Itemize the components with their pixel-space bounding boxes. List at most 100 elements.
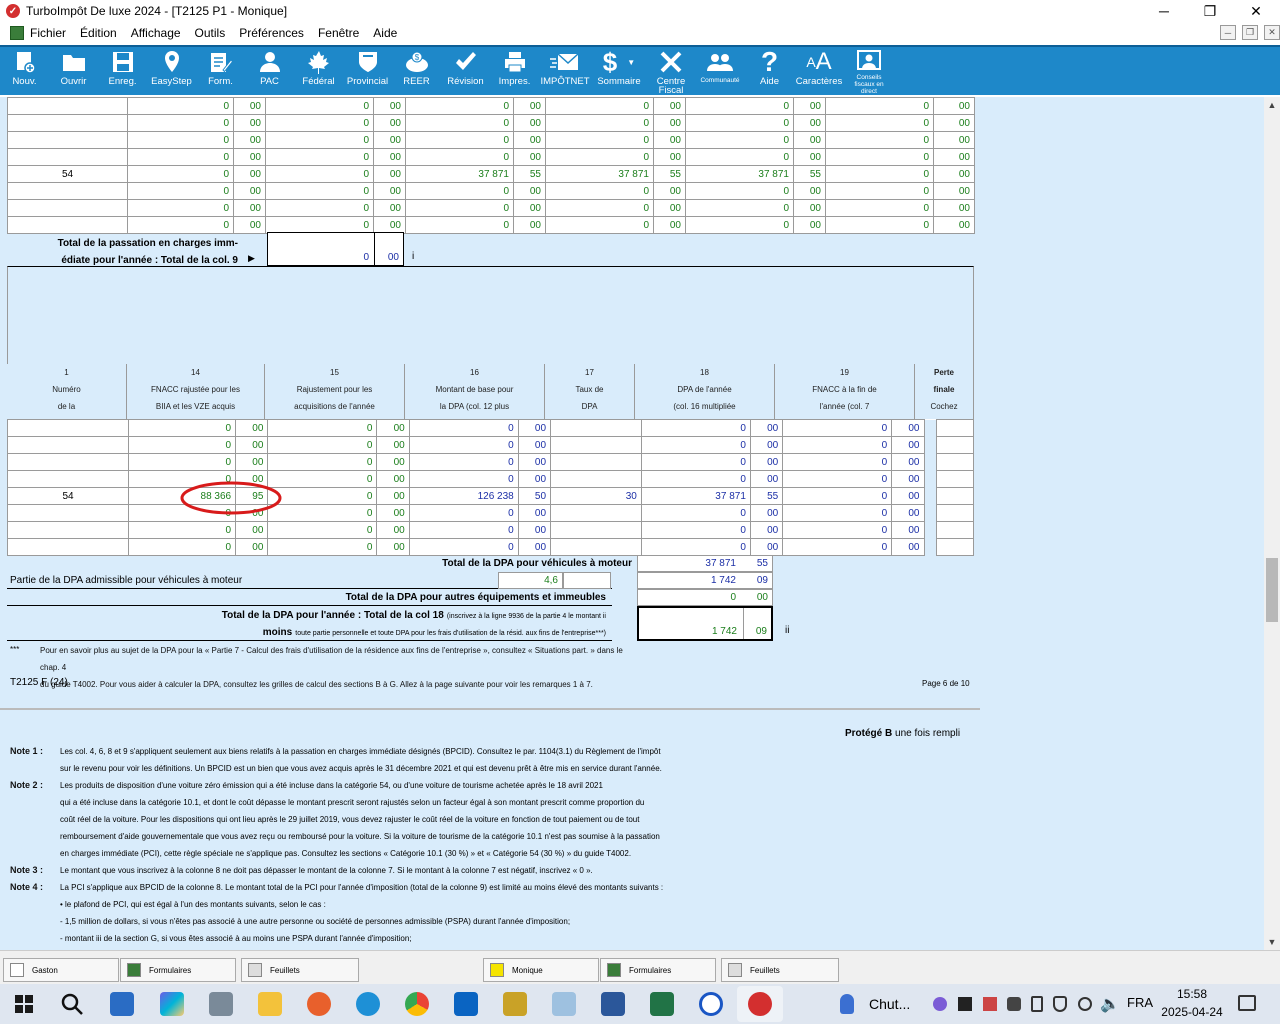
col18-cents-cell[interactable]: 00	[749, 419, 784, 437]
amount-cents-cell[interactable]: 00	[933, 165, 975, 183]
col19-cents-cell[interactable]: 00	[891, 453, 925, 471]
scroll-up-icon[interactable]: ▲	[1264, 97, 1280, 113]
final-loss-checkbox[interactable]	[935, 538, 975, 556]
amount-cents-cell[interactable]: 00	[233, 199, 266, 217]
menu-aide[interactable]: Aide	[373, 26, 397, 40]
toolbar-easystep-button[interactable]: EasyStep	[147, 47, 196, 95]
col16-dollars-cell[interactable]: 0	[408, 470, 519, 488]
security-shield-icon[interactable]	[1053, 996, 1067, 1012]
minimize-button[interactable]: ─	[1141, 0, 1187, 22]
amount-dollars-cell[interactable]: 0	[825, 148, 934, 166]
col18-cents-cell[interactable]: 00	[749, 470, 784, 488]
amount-cents-cell[interactable]: 00	[233, 97, 266, 115]
pce-total-box[interactable]: 0 00	[267, 232, 404, 266]
col14-cents-cell[interactable]: 00	[235, 436, 269, 454]
col15-dollars-cell[interactable]: 0	[267, 487, 378, 505]
mdi-close-icon[interactable]: ✕	[1264, 25, 1280, 40]
amount-cents-cell[interactable]: 00	[653, 182, 686, 200]
col15-cents-cell[interactable]: 00	[376, 419, 410, 437]
mdi-restore-icon[interactable]: ❐	[1242, 25, 1258, 40]
amount-cents-cell[interactable]: 00	[513, 97, 546, 115]
col19-dollars-cell[interactable]: 0	[782, 419, 893, 437]
menu-preferences[interactable]: Préférences	[239, 26, 304, 40]
col18-cents-cell[interactable]: 00	[749, 504, 784, 522]
category-cell[interactable]: 54	[7, 165, 128, 183]
final-loss-checkbox[interactable]	[935, 453, 975, 471]
col19-cents-cell[interactable]: 00	[891, 487, 925, 505]
menu-fichier[interactable]: Fichier	[30, 26, 66, 40]
col16-cents-cell[interactable]: 00	[517, 436, 552, 454]
col17-rate-cell[interactable]	[550, 436, 642, 454]
toolbar-save-button[interactable]: Enreg.	[98, 47, 147, 95]
amount-cents-cell[interactable]: 00	[933, 148, 975, 166]
document-tab-formulaires[interactable]: Formulaires	[120, 958, 236, 982]
final-loss-checkbox[interactable]	[935, 419, 975, 437]
amount-dollars-cell[interactable]: 0	[685, 199, 794, 217]
col15-dollars-cell[interactable]: 0	[267, 470, 378, 488]
amount-cents-cell[interactable]: 00	[653, 216, 686, 234]
tray-app1-icon[interactable]	[933, 997, 947, 1011]
col16-cents-cell[interactable]: 00	[517, 419, 552, 437]
amount-cents-cell[interactable]: 00	[513, 114, 546, 132]
amount-cents-cell[interactable]: 00	[373, 97, 406, 115]
mdi-minimize-icon[interactable]: ─	[1220, 25, 1236, 40]
amount-cents-cell[interactable]: 00	[933, 216, 975, 234]
amount-cents-cell[interactable]: 00	[653, 131, 686, 149]
col19-cents-cell[interactable]: 00	[891, 470, 925, 488]
col16-cents-cell[interactable]: 00	[517, 470, 552, 488]
amount-dollars-cell[interactable]: 0	[405, 216, 514, 234]
menu-affichage[interactable]: Affichage	[131, 26, 181, 40]
amount-cents-cell[interactable]: 00	[373, 182, 406, 200]
usb-icon[interactable]	[1031, 996, 1043, 1012]
col14-cents-cell[interactable]: 00	[235, 419, 269, 437]
partie-total-box[interactable]: 1 742 09	[637, 572, 773, 589]
amount-cents-cell[interactable]: 00	[793, 97, 826, 115]
final-loss-checkbox[interactable]	[935, 521, 975, 539]
amount-dollars-cell[interactable]: 0	[545, 182, 654, 200]
col17-rate-cell[interactable]	[550, 521, 642, 539]
amount-dollars-cell[interactable]: 0	[825, 199, 934, 217]
firefox-icon[interactable]	[307, 992, 331, 1016]
app-circle-icon[interactable]	[699, 992, 723, 1016]
amount-dollars-cell[interactable]: 0	[685, 131, 794, 149]
col18-cents-cell[interactable]: 00	[749, 436, 784, 454]
col16-dollars-cell[interactable]: 0	[408, 453, 519, 471]
amount-cents-cell[interactable]: 00	[233, 148, 266, 166]
document-tab-monique[interactable]: Monique	[483, 958, 599, 982]
amount-dollars-cell[interactable]: 0	[825, 182, 934, 200]
scroll-thumb[interactable]	[1266, 558, 1278, 622]
vehicles-total-box[interactable]: 37 871 55	[637, 555, 773, 572]
amount-cents-cell[interactable]: 00	[373, 114, 406, 132]
amount-cents-cell[interactable]: 00	[513, 182, 546, 200]
amount-dollars-cell[interactable]: 0	[545, 131, 654, 149]
col19-dollars-cell[interactable]: 0	[782, 521, 893, 539]
category-cell[interactable]	[7, 131, 128, 149]
amount-dollars-cell[interactable]: 0	[265, 182, 374, 200]
col19-dollars-cell[interactable]: 0	[782, 487, 893, 505]
amount-cents-cell[interactable]: 00	[653, 199, 686, 217]
amount-dollars-cell[interactable]: 0	[825, 131, 934, 149]
col19-dollars-cell[interactable]: 0	[782, 436, 893, 454]
col16-dollars-cell[interactable]: 0	[408, 436, 519, 454]
col18-cents-cell[interactable]: 00	[749, 521, 784, 539]
menu-fenetre[interactable]: Fenêtre	[318, 26, 359, 40]
category-cell[interactable]	[6, 419, 130, 437]
weather-text[interactable]: Chut...	[869, 996, 910, 1012]
document-window-icon[interactable]	[10, 26, 24, 40]
toolbar-summary-button[interactable]: $ ▼ Sommaire	[591, 47, 647, 95]
copilot-icon[interactable]	[160, 992, 184, 1016]
col14-cents-cell[interactable]: 00	[235, 521, 269, 539]
amount-cents-cell[interactable]: 00	[373, 199, 406, 217]
toolbar-help-button[interactable]: ? Aide	[745, 46, 794, 95]
col17-rate-cell[interactable]	[550, 419, 642, 437]
amount-cents-cell[interactable]: 00	[793, 182, 826, 200]
category-cell[interactable]	[7, 199, 128, 217]
vertical-scrollbar[interactable]: ▲ ▼	[1264, 97, 1280, 950]
col15-dollars-cell[interactable]: 0	[267, 538, 378, 556]
file-explorer-icon[interactable]	[258, 992, 282, 1016]
amount-cents-cell[interactable]: 00	[233, 131, 266, 149]
amount-dollars-cell[interactable]: 0	[685, 148, 794, 166]
final-loss-checkbox[interactable]	[935, 470, 975, 488]
col15-dollars-cell[interactable]: 0	[267, 436, 378, 454]
amount-cents-cell[interactable]: 00	[933, 97, 975, 115]
